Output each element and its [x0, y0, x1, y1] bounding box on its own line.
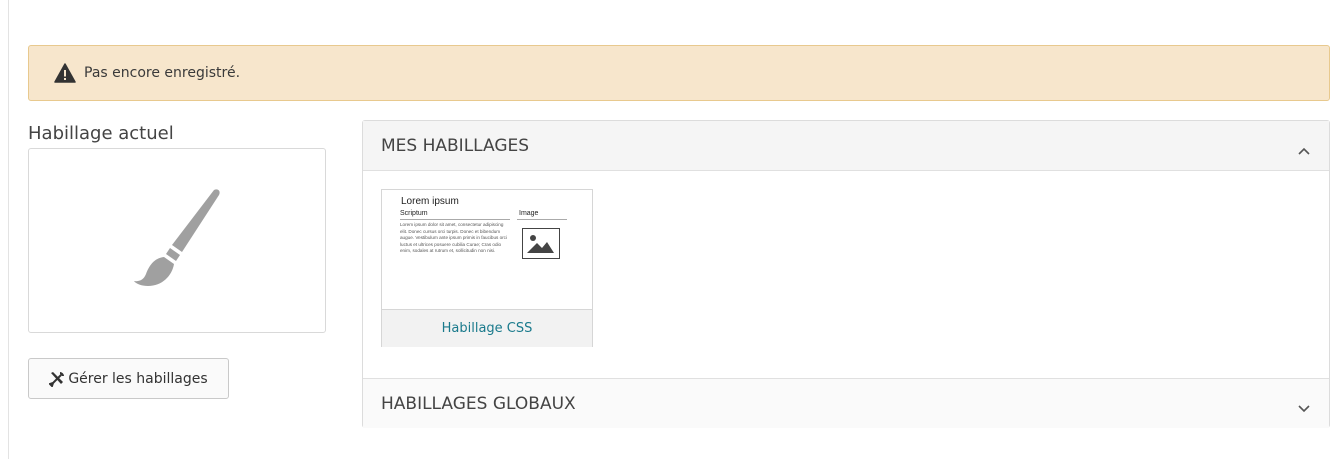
skin-card-css[interactable]: Lorem ipsum Scriptum Image Lorem ipsum d… — [381, 189, 593, 347]
not-saved-alert: Pas encore enregistré. — [28, 45, 1330, 101]
global-skins-title: HABILLAGES GLOBAUX — [381, 393, 576, 414]
thumb-col2-heading: Image — [519, 210, 539, 217]
chevron-down-icon — [1297, 399, 1311, 412]
manage-skins-button[interactable]: Gérer les habillages — [28, 358, 229, 399]
current-skin-label: Habillage actuel — [28, 123, 174, 144]
manage-skins-label: Gérer les habillages — [68, 370, 208, 387]
alert-text: Pas encore enregistré. — [84, 65, 241, 81]
tools-icon — [48, 371, 65, 388]
thumb-divider — [400, 219, 510, 220]
chevron-up-icon — [1297, 141, 1311, 155]
skins-accordion: MES HABILLAGES Lorem ipsum Scriptum Imag… — [362, 120, 1330, 428]
warning-triangle-icon — [54, 63, 76, 83]
skin-card-name: Habillage CSS — [382, 310, 592, 347]
my-skins-header[interactable]: MES HABILLAGES — [363, 121, 1329, 171]
paintbrush-icon — [134, 188, 220, 286]
skin-thumbnail: Lorem ipsum Scriptum Image Lorem ipsum d… — [382, 190, 592, 310]
my-skins-title: MES HABILLAGES — [381, 135, 530, 156]
thumb-divider — [517, 219, 567, 220]
thumb-title: Lorem ipsum — [401, 196, 459, 207]
current-skin-preview — [28, 148, 326, 333]
global-skins-header[interactable]: HABILLAGES GLOBAUX — [363, 378, 1329, 428]
thumb-body-text: Lorem ipsum dolor sit amet, consectetur … — [400, 222, 507, 253]
image-placeholder-icon — [522, 228, 560, 259]
content-left-border — [8, 0, 9, 459]
thumb-col1-heading: Scriptum — [400, 210, 428, 217]
